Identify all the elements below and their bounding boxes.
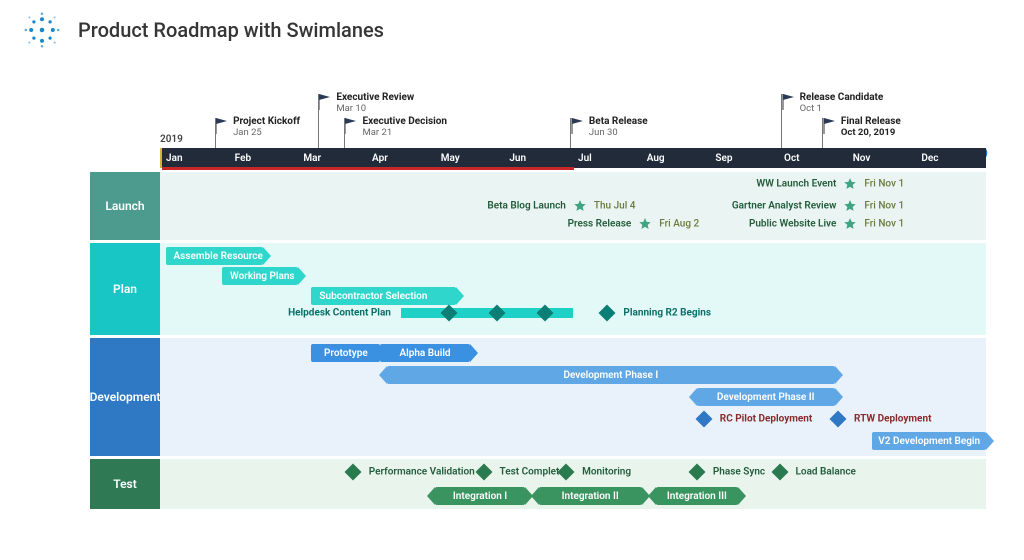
timeline-axis: JanFebMarAprMayJunJulAugSepOctNovDec	[160, 148, 986, 168]
diamond-icon	[830, 411, 847, 428]
star-icon	[638, 217, 652, 231]
month-col: Sep	[711, 148, 780, 168]
month-col: Dec	[917, 148, 986, 168]
lane-label-development: Development	[90, 338, 160, 456]
lane-plan: Plan Assemble ResourcesWorking PlansSubc…	[160, 243, 986, 335]
month-col: Nov	[849, 148, 918, 168]
event-label: Load Balance	[790, 467, 856, 478]
month-col: Mar	[299, 148, 368, 168]
event-label: Helpdesk Content Plan	[288, 308, 397, 319]
month-col: Jan	[162, 148, 231, 168]
task-bar: Integration II	[539, 487, 642, 505]
diamond-icon	[475, 464, 492, 481]
flag-date: Mar 21	[362, 127, 447, 138]
flag-title: Final Release	[841, 116, 901, 127]
star-icon	[843, 217, 857, 231]
event-label: Public Website Live	[749, 219, 842, 230]
flag-title: Release Candidate	[800, 92, 884, 103]
month-col: Jun	[505, 148, 574, 168]
task-bar: Integration III	[656, 487, 739, 505]
star-icon	[573, 199, 587, 213]
diamond-icon	[599, 305, 616, 322]
month-col: Oct	[780, 148, 849, 168]
event-label: Monitoring	[576, 467, 631, 478]
event-label: Gartner Analyst Review	[732, 201, 843, 212]
year-start-label: 2019	[160, 134, 183, 145]
event-date: Fri Aug 2	[653, 219, 699, 230]
event-date: Fri Nov 1	[858, 179, 904, 190]
flag-date: Mar 10	[336, 103, 414, 114]
lane-label-launch: Launch	[90, 172, 160, 240]
month-col: Apr	[368, 148, 437, 168]
task-bar: Development Phase I	[387, 366, 834, 384]
flag-title: Beta Release	[589, 116, 648, 127]
lane-launch: Launch Beta Blog LaunchThu Jul 4Press Re…	[160, 172, 986, 240]
month-col: Jul	[574, 148, 643, 168]
logo-icon	[24, 12, 60, 48]
diamond-icon	[344, 464, 361, 481]
month-col: May	[437, 148, 506, 168]
header: Product Roadmap with Swimlanes	[0, 0, 1024, 56]
lane-development: Development PrototypeAlpha BuildDevelopm…	[160, 338, 986, 456]
roadmap-chart: 2019 2019 Project KickoffJan 25Executive…	[90, 78, 986, 538]
star-icon	[843, 199, 857, 213]
event-label: Press Release	[568, 219, 638, 230]
event-date: Fri Nov 1	[858, 219, 904, 230]
task-bar: Prototype	[311, 344, 380, 362]
task-bar: Alpha Build	[380, 344, 469, 362]
event-date: Fri Nov 1	[858, 201, 904, 212]
flag-date: Jan 25	[233, 127, 300, 138]
task-bar: V2 Development Begin	[872, 432, 986, 450]
star-icon	[843, 177, 857, 191]
diamond-icon	[771, 464, 788, 481]
page-title: Product Roadmap with Swimlanes	[78, 18, 384, 42]
flag-date: Oct 20, 2019	[841, 127, 901, 138]
flag-date: Jun 30	[589, 127, 648, 138]
lane-label-plan: Plan	[90, 243, 160, 335]
task-bar: Assemble Resources	[166, 247, 264, 265]
event-label: RC Pilot Deployment	[714, 414, 813, 425]
event-label: Performance Validation	[363, 467, 475, 478]
flag-title: Executive Decision	[362, 116, 447, 127]
event-label: WW Launch Event	[756, 179, 842, 190]
event-label: Test Complete	[494, 467, 565, 478]
diamond-icon	[688, 464, 705, 481]
event-label: Beta Blog Launch	[487, 201, 571, 212]
flag-date: Oct 1	[800, 103, 884, 114]
diamond-icon	[695, 411, 712, 428]
month-col: Feb	[231, 148, 300, 168]
task-bar: Working Plans	[222, 267, 298, 285]
task-bar: Development Phase II	[697, 388, 835, 406]
flag-title: Executive Review	[336, 92, 414, 103]
event-label: RTW Deployment	[848, 414, 931, 425]
lane-label-test: Test	[90, 459, 160, 509]
month-col: Aug	[643, 148, 712, 168]
task-bar: Subcontractor Selection	[311, 287, 456, 305]
event-date: Thu Jul 4	[588, 201, 636, 212]
lane-test: Test Performance ValidationTest Complete…	[160, 459, 986, 509]
task-bar: Integration I	[435, 487, 524, 505]
flag-title: Project Kickoff	[233, 116, 300, 127]
event-label: Phase Sync	[707, 467, 765, 478]
event-label: Planning R2 Begins	[617, 308, 711, 319]
